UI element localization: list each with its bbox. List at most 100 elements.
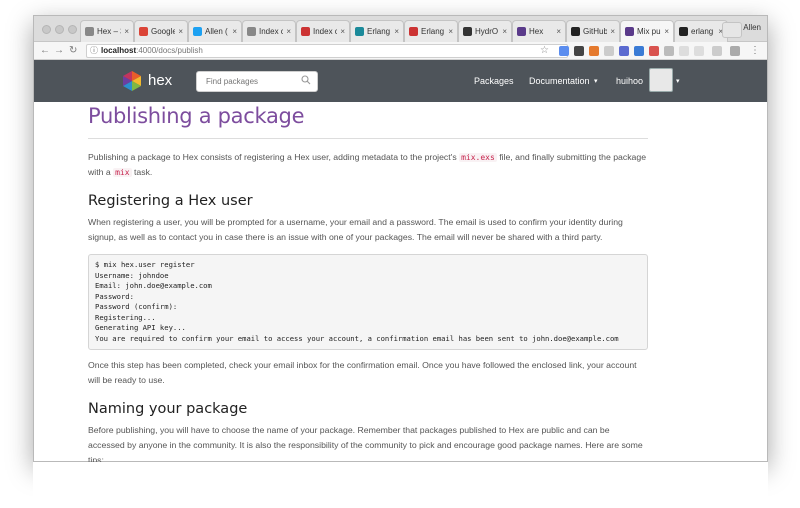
browser-tab[interactable]: Erlang × — [350, 20, 404, 42]
inline-code: mix — [113, 168, 132, 177]
url-path: :4000/docs/publish — [136, 46, 203, 55]
profile-name[interactable]: Allen — [743, 23, 761, 32]
browser-tab[interactable]: Hex – 3× — [80, 20, 134, 42]
browser-tab[interactable]: Index c × — [296, 20, 350, 42]
reload-icon[interactable]: ↻ — [69, 44, 77, 58]
extension-icon[interactable] — [604, 46, 614, 56]
url-host: localhost — [101, 46, 137, 55]
hex-logo-icon — [625, 27, 634, 36]
search-input[interactable] — [196, 71, 318, 92]
docs-content: Publishing a package Publishing a packag… — [88, 104, 648, 468]
extension-icon[interactable] — [694, 46, 704, 56]
confirmation-paragraph: Once this step has been completed, check… — [88, 360, 637, 385]
browser-tab[interactable]: Google × — [134, 20, 188, 42]
search-icon[interactable] — [301, 75, 311, 85]
extension-icon[interactable] — [589, 46, 599, 56]
tab-label: Erlang — [367, 27, 391, 36]
intro-text: Publishing a package to Hex consists of … — [88, 152, 460, 162]
close-icon[interactable]: × — [661, 27, 669, 36]
extension-icon[interactable] — [679, 46, 689, 56]
page-title: Publishing a package — [88, 104, 305, 128]
browser-tab[interactable]: Allen (× — [188, 20, 242, 42]
info-icon[interactable]: ⓘ — [90, 45, 98, 57]
intro-paragraph: Publishing a package to Hex consists of … — [88, 150, 648, 180]
close-window-button[interactable] — [42, 25, 51, 34]
extension-icon[interactable] — [619, 46, 629, 56]
extension-icon[interactable] — [664, 46, 674, 56]
title-divider — [88, 138, 648, 139]
tab-label: Mix pu — [637, 27, 661, 36]
browser-tab[interactable]: Erlang × — [404, 20, 458, 42]
close-icon[interactable]: × — [175, 27, 183, 36]
google-icon — [139, 27, 148, 36]
github-icon — [679, 27, 688, 36]
code-block: $ mix hex.user register Username: johndo… — [88, 254, 648, 350]
tab-label: erlang — [691, 27, 714, 36]
extension-icon[interactable] — [574, 46, 584, 56]
new-tab-button[interactable] — [722, 22, 742, 38]
nav-packages-link[interactable]: Packages — [474, 76, 514, 86]
browser-tab[interactable]: Index c × — [242, 20, 296, 42]
nav-user-link[interactable]: huihoo — [616, 76, 643, 86]
browser-tab[interactable]: HydrO × — [458, 20, 512, 42]
inline-code: mix.exs — [459, 153, 497, 162]
nav-documentation-link[interactable]: Documentation — [529, 76, 590, 86]
address-toolbar: ← → ↻ ⓘ localhost:4000/docs/publish ☆ ⋮ — [34, 42, 767, 60]
book-icon — [463, 27, 472, 36]
tab-label: HydrO — [475, 27, 499, 36]
erlang-icon — [409, 27, 418, 36]
minimize-window-button[interactable] — [55, 25, 64, 34]
tab-strip: Hex – 3×Google×Allen (×Index c×Index c×E… — [34, 16, 767, 42]
close-icon[interactable]: × — [337, 27, 345, 36]
tab-label: Allen ( — [205, 27, 228, 36]
tab-label: Index c — [259, 27, 283, 36]
chevron-down-icon[interactable]: ▾ — [594, 77, 598, 85]
close-icon[interactable]: × — [607, 27, 615, 36]
extension-icon[interactable] — [649, 46, 659, 56]
menu-icon[interactable]: ⋮ — [750, 44, 760, 58]
tab-label: Hex — [529, 27, 544, 36]
window-shadow-area — [33, 462, 768, 508]
brand-name[interactable]: hex — [148, 72, 172, 89]
hex-doc-icon — [85, 27, 94, 36]
extension-icon[interactable] — [712, 46, 722, 56]
close-icon[interactable]: × — [121, 27, 129, 36]
zoom-window-button[interactable] — [68, 25, 77, 34]
twitter-icon — [193, 27, 202, 36]
close-icon[interactable]: × — [553, 27, 561, 36]
close-icon[interactable]: × — [499, 27, 507, 36]
erlang-b-icon — [355, 27, 364, 36]
browser-tab[interactable]: GitHub × — [566, 20, 620, 42]
close-icon[interactable]: × — [229, 27, 237, 36]
site-header: hex Packages Documentation ▾ huihoo ▾ — [34, 60, 767, 102]
intro-text: task. — [131, 167, 153, 177]
tab-label: Google — [151, 27, 175, 36]
red-doc-icon — [301, 27, 310, 36]
browser-tab[interactable]: erlang × — [674, 20, 728, 42]
section-heading-registering: Registering a Hex user — [88, 193, 253, 209]
close-icon[interactable]: × — [283, 27, 291, 36]
registering-paragraph: When registering a user, you will be pro… — [88, 217, 623, 242]
browser-tab[interactable]: Mix pu × — [620, 20, 674, 42]
address-bar[interactable]: ⓘ localhost:4000/docs/publish — [86, 44, 568, 58]
hex-logo-icon[interactable] — [121, 70, 143, 92]
close-icon[interactable]: × — [445, 27, 453, 36]
chevron-down-icon[interactable]: ▾ — [676, 77, 680, 85]
extension-icon[interactable] — [559, 46, 569, 56]
github-icon — [571, 27, 580, 36]
bookmark-star-icon[interactable]: ☆ — [540, 44, 549, 58]
tab-label: Erlang — [421, 27, 445, 36]
tab-label: Index c — [313, 27, 337, 36]
tab-label: Hex – 3 — [97, 27, 121, 36]
extension-icon[interactable] — [634, 46, 644, 56]
section-heading-naming: Naming your package — [88, 401, 248, 417]
avatar[interactable] — [649, 68, 673, 92]
hex-doc-icon — [247, 27, 256, 36]
forward-arrow-icon[interactable]: → — [54, 44, 64, 58]
back-arrow-icon[interactable]: ← — [40, 44, 50, 58]
tab-label: GitHub — [583, 27, 607, 36]
close-icon[interactable]: × — [391, 27, 399, 36]
hex-logo-icon — [517, 27, 526, 36]
browser-tab[interactable]: Hex × — [512, 20, 566, 42]
extension-icon[interactable] — [730, 46, 740, 56]
